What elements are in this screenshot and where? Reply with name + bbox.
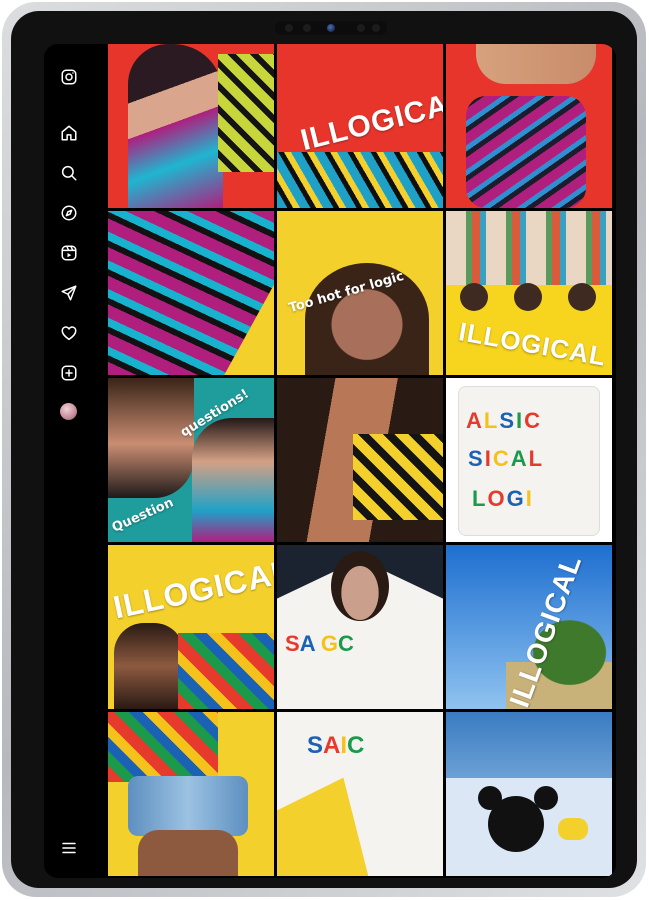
grid-post[interactable]: Too hot for logic [277,211,443,375]
sensor-dot [372,24,380,32]
denim-image [446,712,612,782]
grid-post[interactable]: ILLOGICAL [446,545,612,709]
search-icon[interactable] [59,163,79,183]
face-image [460,283,488,311]
letters-print: SAIC [307,732,365,759]
instagram-icon[interactable] [59,67,79,87]
sleeve-image [218,54,274,172]
jacket-image [108,712,218,782]
grid-post[interactable]: ILLOGICAL [446,211,612,375]
print-image [446,211,612,285]
grid-post[interactable] [277,378,443,542]
sensor-dot [303,24,311,32]
legs-image [138,830,238,876]
portrait-image [192,418,274,542]
legs-image [476,44,596,84]
grid-post[interactable]: ILLOGICAL [277,44,443,208]
illogical-text: ILLOGICAL [110,552,274,626]
grid-post[interactable]: SA GC [277,545,443,709]
denim-image [128,776,248,836]
grid-post[interactable] [108,44,274,208]
post-grid: ILLOGICAL Too hot for logic ILLOGICAL qu… [108,44,616,878]
bezel: ILLOGICAL Too hot for logic ILLOGICAL qu… [11,11,637,888]
grid-post[interactable] [108,211,274,375]
avatar[interactable] [60,403,77,420]
glove-image [558,818,588,840]
figure-image [128,44,223,208]
home-icon[interactable] [59,123,79,143]
sensor-dot [285,24,293,32]
jacket-image [178,633,274,709]
question-caption: Question [109,495,176,536]
camera-lens-icon [327,24,335,32]
portrait-image [114,623,184,709]
outfit-image [277,152,443,208]
letters-print: SA GC [285,631,354,656]
screen: ILLOGICAL Too hot for logic ILLOGICAL qu… [44,44,616,878]
reels-icon[interactable] [59,243,79,263]
create-icon[interactable] [59,363,79,383]
portrait-image [331,551,389,621]
grid-post[interactable] [446,44,612,208]
outfit-image [466,96,586,208]
sidebar [44,44,106,878]
camera-housing [275,21,387,35]
illogical-text: ILLOGICAL [297,83,443,158]
sensor-dot [357,24,365,32]
grid-post[interactable]: questions! Question [108,378,274,542]
grid-post[interactable] [446,712,612,876]
ipad-frame: ILLOGICAL Too hot for logic ILLOGICAL qu… [2,2,646,897]
grid-post[interactable]: SAIC [277,712,443,876]
grid-post[interactable]: ILLOGICAL [108,545,274,709]
send-icon[interactable] [59,283,79,303]
stripes-image [353,434,443,520]
grid-post[interactable] [108,712,274,876]
grid-post[interactable]: ALSIC SICAL LOGI [446,378,612,542]
jacket-image: ALSIC SICAL LOGI [458,386,600,536]
heart-icon[interactable] [59,323,79,343]
face-image [568,283,596,311]
illogical-text: ILLOGICAL [456,316,609,372]
explore-icon[interactable] [59,203,79,223]
mickey-image [534,786,558,810]
mickey-image [478,786,502,810]
portrait-image [108,378,194,498]
menu-icon[interactable] [59,838,79,858]
face-image [514,283,542,311]
